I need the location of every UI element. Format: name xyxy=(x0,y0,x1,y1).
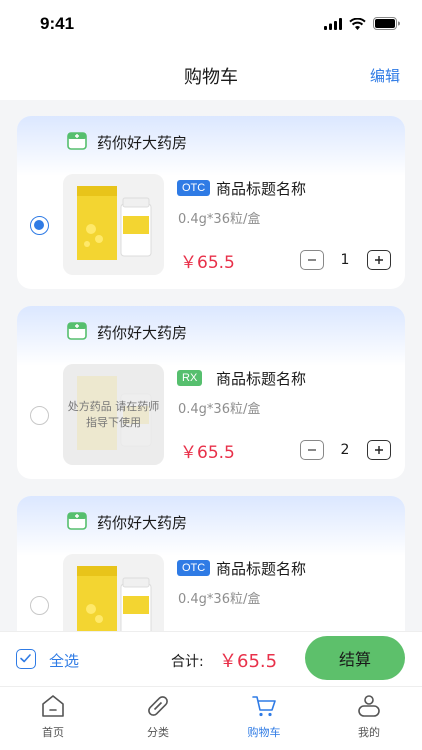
store-card: 药你好大药房 OTC 商品标题名称 0.4g*36粒/盒 xyxy=(17,496,405,631)
home-icon xyxy=(42,695,64,717)
prescription-notice: 处方药品 请在药师指导下使用 xyxy=(67,399,160,429)
tab-home[interactable]: 首页 xyxy=(13,687,93,750)
tab-label: 分类 xyxy=(147,726,169,739)
otc-tag: OTC xyxy=(177,180,211,196)
checkout-bar: 全选 合计: ￥65.5 结算 xyxy=(0,631,422,686)
store-name[interactable]: 药你好大药房 xyxy=(97,322,187,343)
item-select-radio[interactable] xyxy=(30,596,49,615)
quantity-value[interactable]: 2 xyxy=(335,440,355,460)
tab-profile[interactable]: 我的 xyxy=(329,687,409,750)
product-title[interactable]: 商品标题名称 xyxy=(216,368,306,389)
page-title: 购物车 xyxy=(184,67,238,88)
product-image[interactable] xyxy=(63,174,164,275)
tab-label: 首页 xyxy=(42,726,64,739)
store-icon xyxy=(67,322,87,340)
quantity-value[interactable]: 1 xyxy=(335,250,355,270)
checkout-button[interactable]: 结算 xyxy=(305,636,405,680)
tab-label: 我的 xyxy=(358,726,380,739)
select-all-label[interactable]: 全选 xyxy=(49,650,79,671)
signal-icon xyxy=(324,17,342,30)
item-select-radio[interactable] xyxy=(30,216,49,235)
store-card: 药你好大药房 OTC 商品标题名称 0.4g*36粒/盒 ￥65.5 1 xyxy=(17,116,405,289)
minus-icon xyxy=(308,449,316,451)
minus-icon xyxy=(308,259,316,261)
status-time: 9:41 xyxy=(40,14,75,33)
decrease-quantity-button[interactable] xyxy=(300,440,324,460)
item-select-radio[interactable] xyxy=(30,406,49,425)
total-label: 合计: xyxy=(171,654,204,670)
total-price: ￥65.5 xyxy=(219,651,278,672)
edit-button[interactable]: 编辑 xyxy=(370,65,400,86)
increase-quantity-button[interactable] xyxy=(367,440,391,460)
store-name[interactable]: 药你好大药房 xyxy=(97,512,187,533)
product-image[interactable] xyxy=(63,554,164,631)
tab-bar: 首页 分类 购物车 我的 xyxy=(0,686,422,750)
otc-tag: OTC xyxy=(177,560,211,576)
product-spec: 0.4g*36粒/盒 xyxy=(178,402,261,417)
store-header: 药你好大药房 xyxy=(17,306,405,366)
pill-icon xyxy=(148,696,168,716)
select-all-checkbox[interactable] xyxy=(16,649,36,669)
plus-icon xyxy=(375,256,383,264)
tab-cart[interactable]: 购物车 xyxy=(224,687,304,750)
product-title[interactable]: 商品标题名称 xyxy=(216,178,306,199)
cart-list[interactable]: 药你好大药房 OTC 商品标题名称 0.4g*36粒/盒 ￥65.5 1 药你好… xyxy=(0,100,422,631)
increase-quantity-button[interactable] xyxy=(367,250,391,270)
medicine-box-image xyxy=(77,186,152,260)
product-price: ￥65.5 xyxy=(180,253,235,273)
check-icon xyxy=(20,654,31,663)
product-spec: 0.4g*36粒/盒 xyxy=(178,592,261,607)
nav-bar: 购物车 编辑 xyxy=(0,50,422,100)
wifi-icon xyxy=(349,17,366,30)
store-header: 药你好大药房 xyxy=(17,116,405,176)
product-title[interactable]: 商品标题名称 xyxy=(216,558,306,579)
product-spec: 0.4g*36粒/盒 xyxy=(178,212,261,227)
cart-icon xyxy=(252,696,276,717)
battery-icon xyxy=(373,17,400,30)
medicine-box-image xyxy=(77,566,152,631)
tab-label: 购物车 xyxy=(247,726,281,739)
profile-icon xyxy=(358,695,380,717)
decrease-quantity-button[interactable] xyxy=(300,250,324,270)
tab-category[interactable]: 分类 xyxy=(118,687,198,750)
status-bar: 9:41 xyxy=(0,0,422,50)
store-icon xyxy=(67,512,87,530)
store-header: 药你好大药房 xyxy=(17,496,405,556)
store-icon xyxy=(67,132,87,150)
status-icons xyxy=(324,17,400,30)
store-name[interactable]: 药你好大药房 xyxy=(97,132,187,153)
prescription-overlay: 处方药品 请在药师指导下使用 xyxy=(63,364,164,465)
plus-icon xyxy=(375,446,383,454)
product-image[interactable]: 处方药品 请在药师指导下使用 xyxy=(63,364,164,465)
rx-tag: RX xyxy=(177,370,203,386)
store-card: 药你好大药房 处方药品 请在药师指导下使用 RX 商品标题名称 0.4g*36粒… xyxy=(17,306,405,479)
product-price: ￥65.5 xyxy=(180,443,235,463)
